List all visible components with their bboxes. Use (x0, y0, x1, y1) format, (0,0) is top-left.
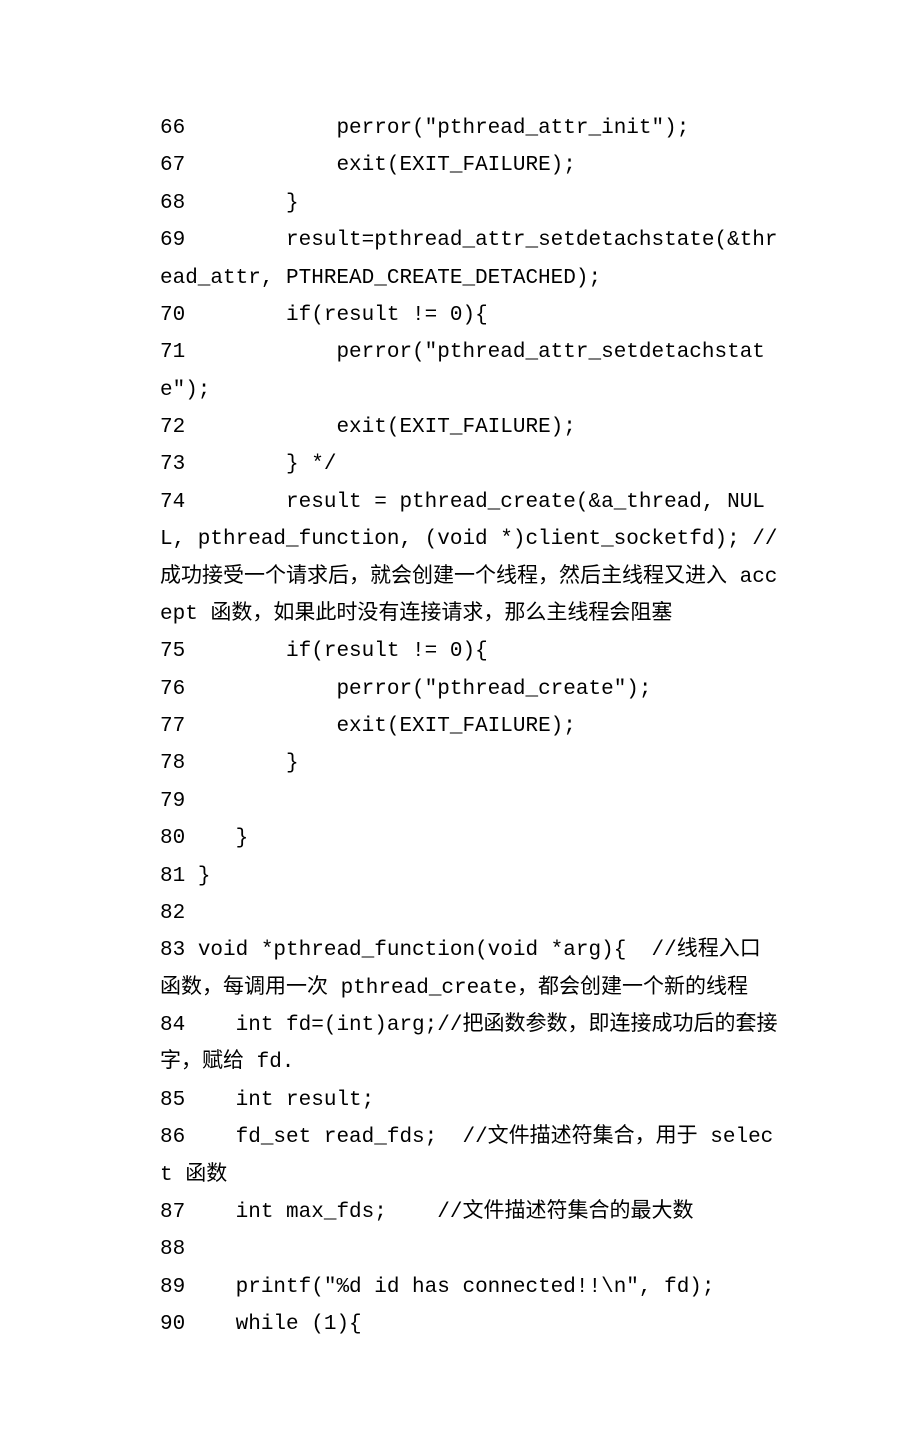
line-text: } */ (185, 453, 336, 476)
code-line: 83 void *pthread_function(void *arg){ //… (160, 932, 780, 1007)
line-number: 75 (160, 640, 185, 663)
line-number: 67 (160, 154, 185, 177)
line-number: 71 (160, 341, 185, 364)
line-text: result = pthread_create(&a_thread, NULL,… (160, 491, 778, 626)
line-text: if(result != 0){ (185, 304, 487, 327)
code-line: 85 int result; (160, 1082, 780, 1119)
line-text: int max_fds; //文件描述符集合的最大数 (185, 1201, 693, 1224)
line-text: fd_set read_fds; //文件描述符集合，用于 select 函数 (160, 1126, 773, 1186)
line-number: 68 (160, 192, 185, 215)
line-number: 74 (160, 491, 185, 514)
document-page: 66 perror("pthread_attr_init");67 exit(E… (0, 0, 920, 1443)
code-line: 79 (160, 783, 780, 820)
line-number: 89 (160, 1276, 185, 1299)
line-number: 73 (160, 453, 185, 476)
line-text: perror("pthread_create"); (185, 678, 651, 701)
code-line: 86 fd_set read_fds; //文件描述符集合，用于 select … (160, 1119, 780, 1194)
code-line: 74 result = pthread_create(&a_thread, NU… (160, 484, 780, 634)
line-number: 86 (160, 1126, 185, 1149)
line-text: perror("pthread_attr_init"); (185, 117, 689, 140)
line-text: } (185, 827, 248, 850)
line-number: 90 (160, 1313, 185, 1336)
code-line: 70 if(result != 0){ (160, 297, 780, 334)
line-text: void *pthread_function(void *arg){ //线程入… (160, 939, 761, 999)
line-number: 77 (160, 715, 185, 738)
code-line: 67 exit(EXIT_FAILURE); (160, 147, 780, 184)
line-number: 87 (160, 1201, 185, 1224)
line-text: } (185, 192, 298, 215)
line-text: if(result != 0){ (185, 640, 487, 663)
code-line: 78 } (160, 745, 780, 782)
code-line: 69 result=pthread_attr_setdetachstate(&t… (160, 222, 780, 297)
line-text: perror("pthread_attr_setdetachstate"); (160, 341, 765, 401)
line-text: exit(EXIT_FAILURE); (185, 416, 576, 439)
line-text: printf("%d id has connected!!\n", fd); (185, 1276, 714, 1299)
line-number: 66 (160, 117, 185, 140)
code-line: 66 perror("pthread_attr_init"); (160, 110, 780, 147)
code-line: 84 int fd=(int)arg;//把函数参数，即连接成功后的套接字，赋给… (160, 1007, 780, 1082)
line-number: 83 (160, 939, 185, 962)
line-number: 85 (160, 1089, 185, 1112)
line-number: 76 (160, 678, 185, 701)
code-line: 71 perror("pthread_attr_setdetachstate")… (160, 334, 780, 409)
line-text: exit(EXIT_FAILURE); (185, 715, 576, 738)
line-number: 72 (160, 416, 185, 439)
line-number: 70 (160, 304, 185, 327)
line-number: 79 (160, 790, 185, 813)
code-line: 72 exit(EXIT_FAILURE); (160, 409, 780, 446)
line-number: 81 (160, 865, 185, 888)
line-number: 78 (160, 752, 185, 775)
line-number: 80 (160, 827, 185, 850)
code-line: 87 int max_fds; //文件描述符集合的最大数 (160, 1194, 780, 1231)
code-line: 89 printf("%d id has connected!!\n", fd)… (160, 1269, 780, 1306)
line-text: int result; (185, 1089, 374, 1112)
code-line: 90 while (1){ (160, 1306, 780, 1343)
code-line: 75 if(result != 0){ (160, 633, 780, 670)
code-line: 88 (160, 1231, 780, 1268)
line-number: 82 (160, 902, 185, 925)
code-line: 81 } (160, 858, 780, 895)
line-text: result=pthread_attr_setdetachstate(&thre… (160, 229, 778, 289)
code-line: 77 exit(EXIT_FAILURE); (160, 708, 780, 745)
line-number: 84 (160, 1014, 185, 1037)
code-line: 68 } (160, 185, 780, 222)
line-number: 69 (160, 229, 185, 252)
code-line: 82 (160, 895, 780, 932)
code-line: 73 } */ (160, 446, 780, 483)
line-number: 88 (160, 1238, 185, 1261)
line-text: while (1){ (185, 1313, 361, 1336)
line-text: } (185, 865, 210, 888)
line-text: int fd=(int)arg;//把函数参数，即连接成功后的套接字，赋给 fd… (160, 1014, 777, 1074)
line-text: exit(EXIT_FAILURE); (185, 154, 576, 177)
line-text: } (185, 752, 298, 775)
code-listing: 66 perror("pthread_attr_init");67 exit(E… (160, 110, 780, 1343)
code-line: 80 } (160, 820, 780, 857)
code-line: 76 perror("pthread_create"); (160, 671, 780, 708)
